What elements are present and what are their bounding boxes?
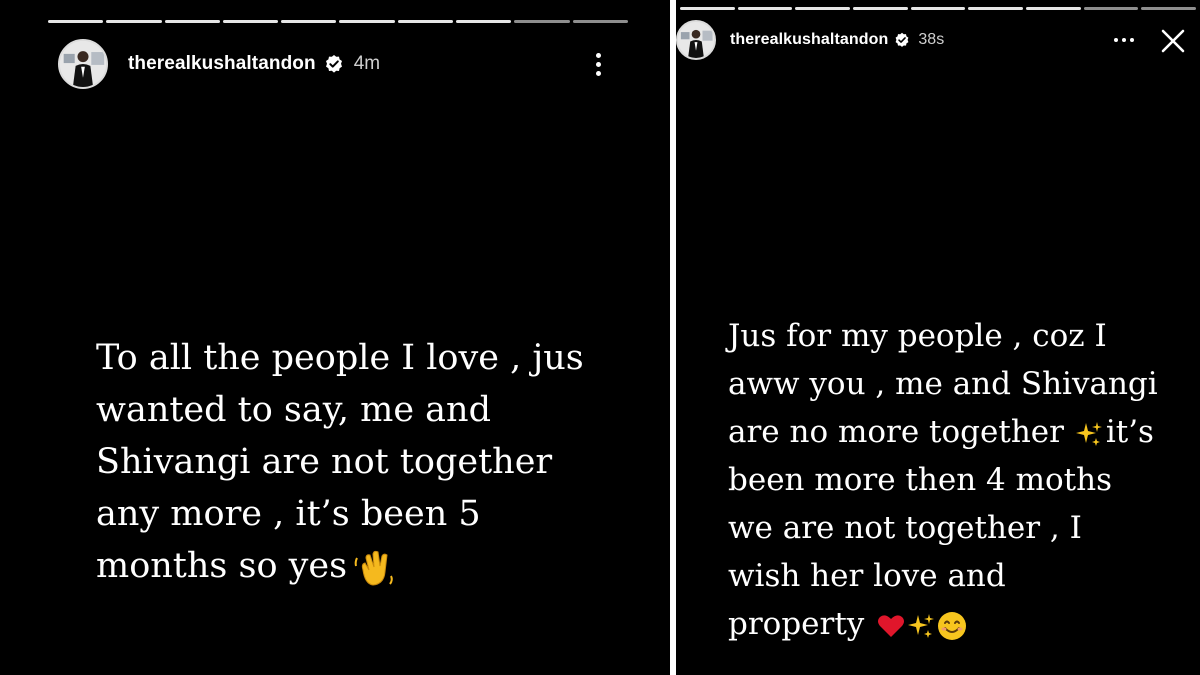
progress-segment bbox=[1083, 7, 1139, 10]
progress-segment bbox=[1026, 7, 1081, 10]
progress-segment bbox=[737, 7, 793, 10]
verified-badge-icon bbox=[324, 54, 344, 74]
progress-segment bbox=[222, 20, 279, 23]
story-progress-bar bbox=[48, 20, 628, 23]
more-vertical-icon[interactable] bbox=[590, 50, 606, 78]
sparkles-emoji-icon bbox=[1074, 419, 1104, 449]
story-caption: Jus for my people , coz I aww you , me a… bbox=[728, 312, 1198, 648]
close-icon[interactable] bbox=[1160, 28, 1186, 54]
story-caption: To all the people I love , jus wanted to… bbox=[96, 332, 636, 592]
progress-segment bbox=[281, 20, 337, 23]
story-left: therealkushaltandon 4m To all the people… bbox=[0, 0, 670, 675]
story-progress-bar bbox=[680, 7, 1197, 10]
avatar[interactable] bbox=[58, 39, 108, 89]
progress-segment bbox=[164, 20, 220, 23]
username[interactable]: therealkushaltandon bbox=[730, 31, 888, 49]
progress-segment bbox=[1141, 7, 1197, 10]
progress-segment bbox=[853, 7, 908, 10]
sparkles-emoji-icon bbox=[906, 611, 936, 641]
caption-text: To all the people I love , jus wanted to… bbox=[96, 338, 584, 586]
progress-segment bbox=[456, 20, 512, 23]
progress-segment bbox=[680, 7, 735, 10]
waving-hand-emoji-icon bbox=[353, 546, 397, 590]
red-heart-emoji-icon bbox=[876, 611, 906, 641]
post-time: 38s bbox=[918, 31, 945, 48]
smiling-face-emoji-icon bbox=[936, 610, 968, 642]
more-horizontal-icon[interactable] bbox=[1114, 38, 1134, 42]
progress-segment bbox=[48, 20, 104, 23]
avatar[interactable] bbox=[676, 20, 716, 60]
progress-segment bbox=[397, 20, 454, 23]
post-time: 4m bbox=[353, 53, 381, 74]
progress-segment bbox=[106, 20, 162, 23]
progress-segment bbox=[968, 7, 1024, 10]
progress-segment bbox=[339, 20, 395, 23]
progress-segment bbox=[910, 7, 966, 10]
story-header: therealkushaltandon 38s bbox=[676, 18, 944, 62]
username[interactable]: therealkushaltandon bbox=[128, 53, 316, 75]
progress-segment bbox=[572, 20, 628, 23]
progress-segment bbox=[795, 7, 851, 10]
story-header: therealkushaltandon 4m bbox=[58, 38, 380, 90]
verified-badge-icon bbox=[894, 32, 910, 48]
progress-segment bbox=[514, 20, 570, 23]
